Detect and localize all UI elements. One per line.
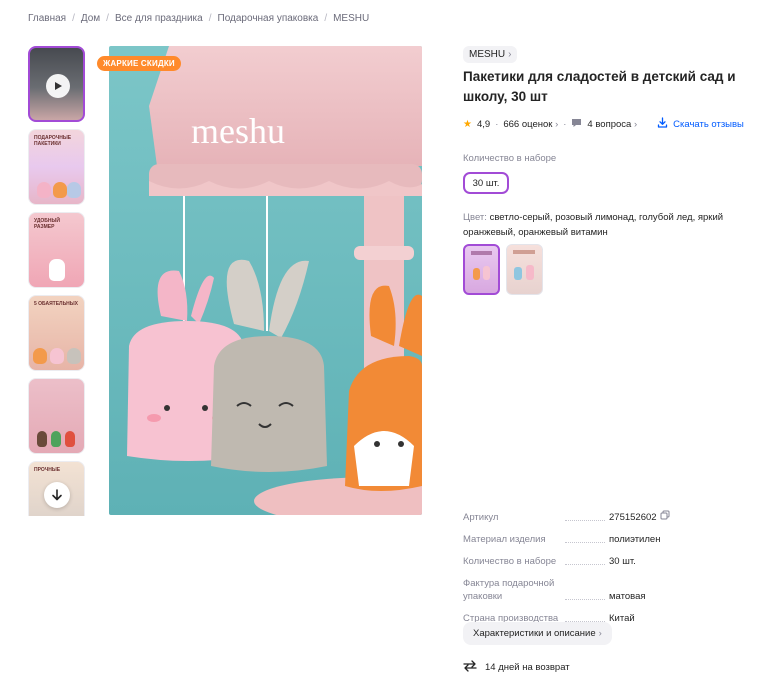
dot-separator: · (563, 118, 567, 130)
spec-key: Количество в наборе (463, 556, 557, 567)
thumbnail-image[interactable] (28, 378, 85, 454)
breadcrumb-separator: / (324, 13, 328, 24)
spec-row: Материал изделия полиэтилен (463, 533, 743, 546)
questions-link[interactable]: 4 вопроса › (587, 119, 637, 130)
chevron-right-icon: › (508, 49, 512, 60)
return-arrows-icon (463, 660, 477, 675)
spec-divider (565, 599, 605, 600)
spec-value: матовая (609, 591, 646, 602)
spec-row: Артикул 275152602 (463, 510, 743, 524)
bunny-bag-image (50, 348, 64, 364)
thumbnail-caption: 5 ОБАЯТЕЛЬНЫХ (34, 301, 78, 307)
star-icon: ★ (463, 118, 472, 130)
breadcrumb-gift-wrap[interactable]: Подарочная упаковка (218, 13, 319, 24)
promo-badge: ЖАРКИЕ СКИДКИ (97, 56, 181, 71)
quantity-label: Количество в наборе (463, 153, 557, 164)
spec-key: Артикул (463, 512, 499, 523)
rating-value: 4,9 (476, 118, 491, 130)
carousel-brand-text: meshu (191, 111, 285, 151)
brand-link[interactable]: MESHU › (463, 46, 518, 63)
sweets-image (51, 431, 61, 447)
color-swatch-selected[interactable] (463, 244, 500, 295)
spec-value: Китай (609, 613, 635, 624)
bunny-bag-image (37, 182, 51, 198)
thumbnail-image[interactable]: 5 ОБАЯТЕЛЬНЫХ (28, 295, 85, 371)
thumbnail-caption: ПОДАРОЧНЫЕ ПАКЕТИКИ (34, 135, 72, 147)
breadcrumb-dom[interactable]: Дом (81, 13, 100, 24)
quantity-option-selected[interactable]: 30 шт. (463, 172, 509, 194)
bunny-bag-image (67, 348, 81, 364)
thumbnail-gallery: ПОДАРОЧНЫЕ ПАКЕТИКИ УДОБНЫЙ РАЗМЕР 5 ОБА… (28, 46, 86, 516)
spec-key: Материал изделия (463, 534, 546, 545)
return-policy-text: 14 дней на возврат (485, 662, 570, 673)
color-info: Цвет: светло-серый, розовый лимонад, гол… (463, 210, 741, 240)
spec-row: Количество в наборе 30 шт. (463, 555, 743, 568)
breadcrumb-separator: / (208, 13, 212, 24)
spec-divider (565, 564, 605, 565)
color-swatch[interactable] (506, 244, 543, 295)
thumbnail-image[interactable]: УДОБНЫЙ РАЗМЕР (28, 212, 85, 288)
thumbnail-image[interactable]: ПОДАРОЧНЫЕ ПАКЕТИКИ (28, 129, 85, 205)
chevron-right-icon: › (598, 628, 602, 639)
article-number: 275152602 (609, 511, 657, 523)
spec-key: Фактура подарочной упаковки (463, 578, 555, 602)
breadcrumb: Главная / Дом / Все для праздника / Пода… (28, 13, 369, 24)
color-value: светло-серый, розовый лимонад, голубой л… (463, 212, 724, 238)
main-product-image[interactable]: meshu (109, 46, 422, 515)
specs-table: Артикул 275152602 Материал изделия полиэ… (463, 510, 743, 634)
chevron-right-icon: › (633, 118, 638, 130)
spec-value: 30 шт. (609, 556, 636, 567)
thumbnail-caption: ПРОЧНЫЕ (34, 467, 61, 473)
spec-value: 275152602 (609, 510, 670, 524)
brand-name: MESHU (469, 49, 506, 60)
return-policy: 14 дней на возврат (463, 660, 570, 675)
reviews-link[interactable]: 666 оценок › (503, 119, 558, 130)
spec-divider (565, 520, 605, 521)
bag-size-image (49, 259, 65, 281)
characteristics-label: Характеристики и описание (473, 628, 596, 639)
thumbnail-caption: УДОБНЫЙ РАЗМЕР (34, 218, 61, 230)
chat-icon (571, 118, 582, 131)
bunny-bag-image (67, 182, 81, 198)
spec-row: Фактура подарочной упаковки матовая (463, 577, 743, 603)
product-title: Пакетики для сладостей в детский сад и ш… (463, 69, 736, 104)
dot-separator: · (495, 118, 499, 130)
color-swatches (463, 244, 543, 295)
questions-count: 4 вопроса (587, 118, 632, 130)
copy-icon[interactable] (660, 510, 670, 524)
fox-bag-image (53, 182, 67, 198)
sweets-image (37, 431, 47, 447)
download-reviews-link[interactable]: Скачать отзывы (673, 119, 744, 130)
breadcrumb-separator: / (72, 13, 75, 24)
breadcrumb-holiday[interactable]: Все для праздника (115, 13, 203, 24)
play-icon (46, 74, 70, 98)
chevron-right-icon: › (555, 118, 559, 130)
breadcrumb-home[interactable]: Главная (28, 13, 66, 24)
characteristics-button[interactable]: Характеристики и описание › (463, 622, 612, 645)
thumbnail-image[interactable]: ПРОЧНЫЕ (28, 461, 85, 516)
rating-row: ★ 4,9 · 666 оценок › · 4 вопроса › Скача… (463, 117, 744, 131)
fox-bag-image (33, 348, 47, 364)
color-label: Цвет: (463, 212, 487, 223)
spec-divider (565, 542, 605, 543)
sweets-image (65, 431, 75, 447)
thumbnail-video[interactable] (28, 46, 85, 122)
arrow-down-icon[interactable] (44, 482, 70, 508)
breadcrumb-brand[interactable]: MESHU (333, 13, 369, 24)
spec-value: полиэтилен (609, 534, 661, 545)
breadcrumb-separator: / (106, 13, 109, 24)
reviews-count: 666 оценок (503, 118, 553, 130)
download-icon (657, 117, 668, 131)
